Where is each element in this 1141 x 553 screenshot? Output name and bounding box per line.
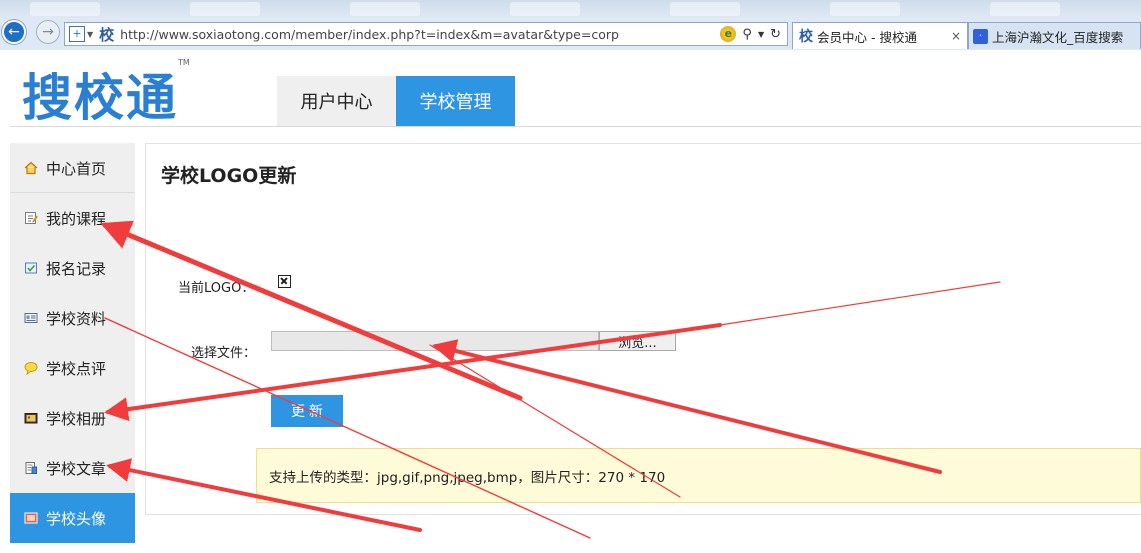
chevron-down-icon[interactable]: ▼ <box>87 30 93 39</box>
baidu-paw-icon: · <box>973 28 988 44</box>
background-tab-strip <box>0 0 1141 18</box>
current-logo-label: 当前LOGO： <box>178 281 255 296</box>
speech-bubble-icon <box>24 361 38 375</box>
choose-file-label: 选择文件： <box>191 346 257 361</box>
sidebar-item-school-album[interactable]: 学校相册 <box>10 393 135 443</box>
sidebar-item-label: 报名记录 <box>46 259 107 278</box>
site-logo[interactable]: 搜校通 <box>22 58 178 130</box>
background-tab[interactable] <box>990 2 1060 16</box>
forward-button[interactable]: → <box>36 20 60 44</box>
document-icon <box>24 461 38 475</box>
back-arrow-icon: ← <box>8 24 20 40</box>
add-site-icon[interactable]: + <box>69 26 85 42</box>
tab-title: 会员中心 - 搜校通 <box>817 29 917 45</box>
trademark-mark: TM <box>178 58 190 67</box>
broken-image-icon <box>278 275 291 288</box>
background-tab[interactable] <box>670 2 740 16</box>
site-favicon-icon: 校 <box>99 25 115 44</box>
update-button[interactable]: 更 新 <box>271 395 343 427</box>
forward-arrow-icon: → <box>42 24 54 40</box>
sidebar-item-my-courses[interactable]: 我的课程 <box>10 193 135 243</box>
tab-title: 上海沪瀚文化_百度搜索 <box>992 29 1124 45</box>
home-icon <box>24 161 38 175</box>
sidebar-item-label: 学校头像 <box>46 509 107 528</box>
site-favicon-icon: 校 <box>799 29 813 45</box>
checklist-icon <box>24 261 38 275</box>
sidebar-item-home[interactable]: 中心首页 <box>10 143 135 193</box>
search-icon[interactable]: ⚲ <box>742 27 752 42</box>
sidebar-item-school-avatar[interactable]: 学校头像 <box>10 493 135 543</box>
sidebar-item-label: 学校点评 <box>46 359 107 378</box>
refresh-icon[interactable]: ↻ <box>770 27 781 42</box>
sidebar: 中心首页 我的课程 报名记录 学校资料 学校点评 学校相册 学校文章 学校头像 <box>10 143 135 543</box>
notice-text: 支持上传的类型：jpg,gif,png,jpeg,bmp，图片尺寸：270 * … <box>269 469 666 486</box>
nav-tab-user-center[interactable]: 用户中心 <box>277 76 396 126</box>
file-path-input[interactable] <box>271 331 599 351</box>
sidebar-item-label: 我的课程 <box>46 209 107 228</box>
sidebar-item-school-profile[interactable]: 学校资料 <box>10 293 135 343</box>
sidebar-item-label: 中心首页 <box>46 159 107 178</box>
header-divider <box>10 126 1141 127</box>
background-tab[interactable] <box>510 2 580 16</box>
page-title: 学校LOGO更新 <box>161 165 297 187</box>
browser-chrome: ← → + ▼ 校 http://www.soxiaotong.com/memb… <box>0 0 1141 50</box>
url-text[interactable]: http://www.soxiaotong.com/member/index.p… <box>120 27 619 42</box>
compatibility-view-icon[interactable]: e <box>720 26 737 42</box>
browser-tab-active[interactable]: 校 会员中心 - 搜校通 × <box>792 22 968 49</box>
background-tab[interactable] <box>350 2 420 16</box>
chevron-down-icon[interactable]: ▼ <box>758 30 764 39</box>
edit-note-icon <box>24 211 38 225</box>
back-button[interactable]: ← <box>2 20 26 44</box>
photo-album-icon <box>24 411 38 425</box>
sidebar-item-registration-records[interactable]: 报名记录 <box>10 243 135 293</box>
background-tab[interactable] <box>190 2 260 16</box>
upload-notice: 支持上传的类型：jpg,gif,png,jpeg,bmp，图片尺寸：270 * … <box>256 448 1141 503</box>
address-bar[interactable]: + ▼ 校 http://www.soxiaotong.com/member/i… <box>64 22 788 46</box>
sidebar-item-label: 学校相册 <box>46 409 107 428</box>
browse-button[interactable]: 浏览... <box>599 331 676 351</box>
sidebar-item-school-articles[interactable]: 学校文章 <box>10 443 135 493</box>
background-tab[interactable] <box>830 2 900 16</box>
sidebar-item-label: 学校资料 <box>46 309 107 328</box>
browser-tab[interactable]: · 上海沪瀚文化_百度搜索 <box>968 22 1141 49</box>
close-icon[interactable]: × <box>951 29 961 43</box>
background-tab[interactable] <box>30 2 100 16</box>
nav-tab-school-management[interactable]: 学校管理 <box>396 76 515 126</box>
id-card-icon <box>24 311 38 325</box>
address-tools: e ⚲ ▼ ↻ <box>720 26 781 42</box>
sidebar-item-school-reviews[interactable]: 学校点评 <box>10 343 135 393</box>
avatar-picture-icon <box>24 511 38 525</box>
sidebar-item-label: 学校文章 <box>46 459 107 478</box>
